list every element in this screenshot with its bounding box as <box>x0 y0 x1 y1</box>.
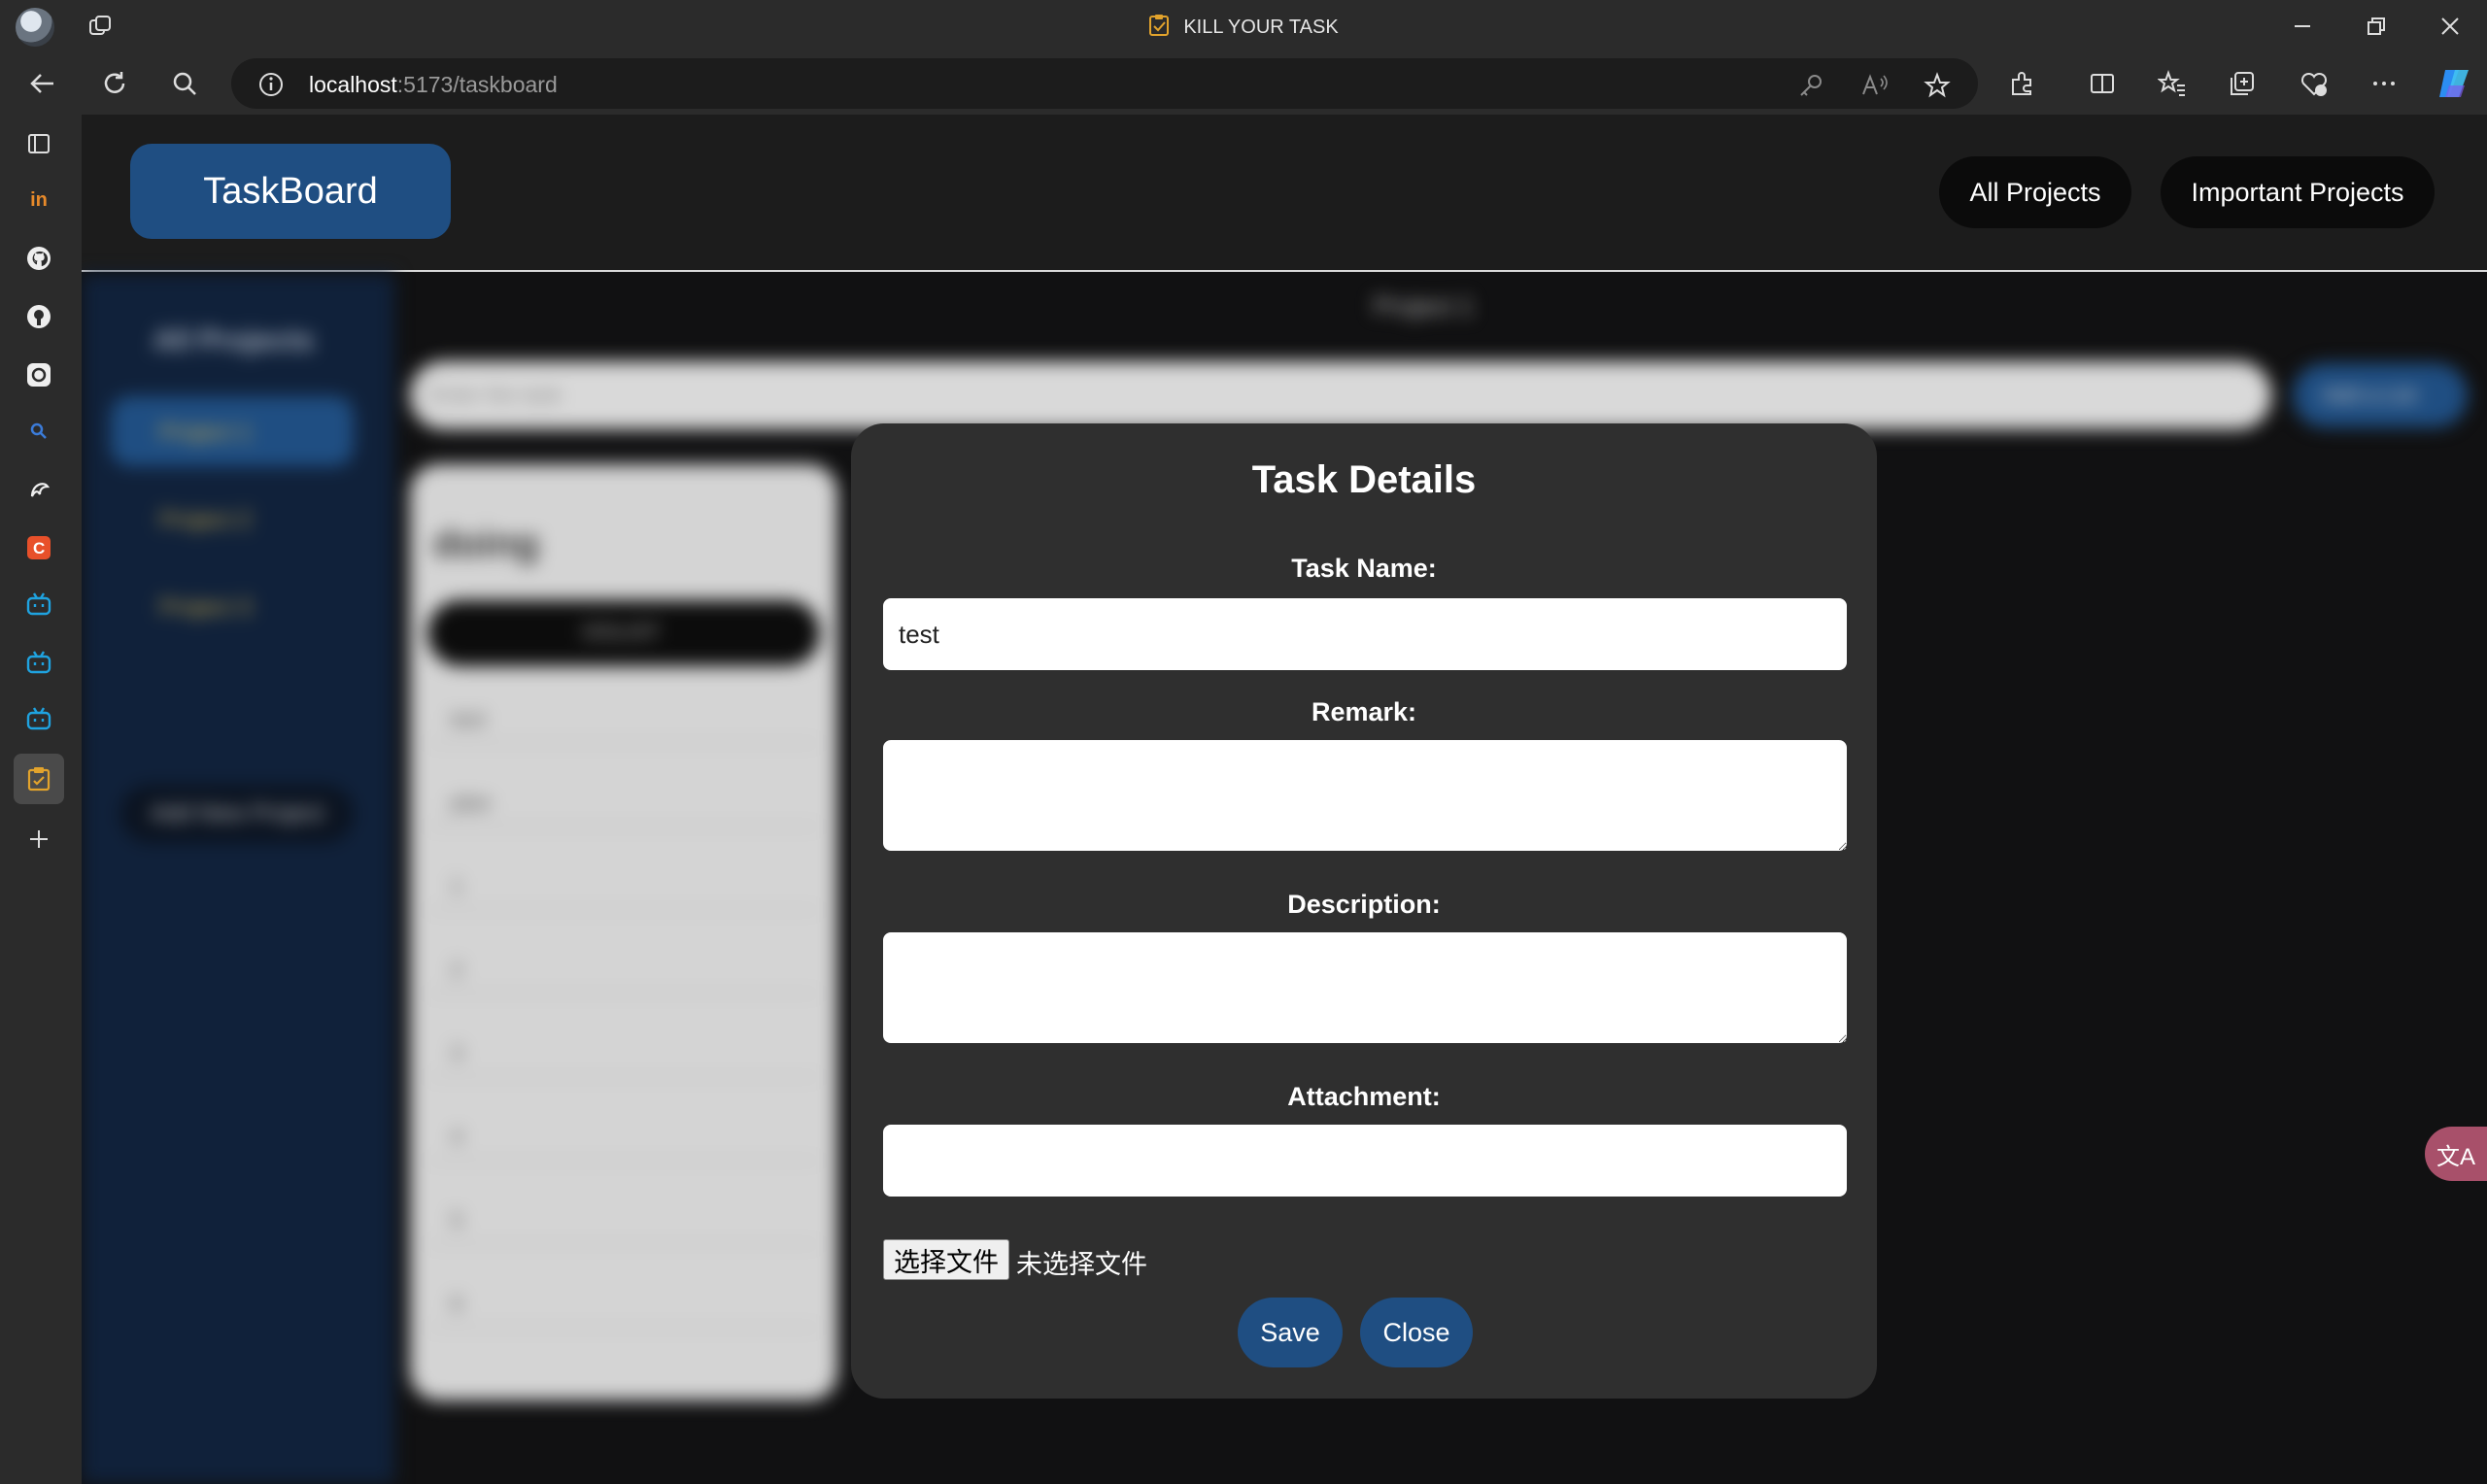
sidebar-title: All Projects <box>153 324 315 356</box>
vertical-tabs-icon[interactable] <box>19 124 58 163</box>
github-desktop-icon[interactable] <box>19 297 58 336</box>
add-list-button[interactable]: Add a List <box>2293 363 2468 427</box>
bilibili-icon[interactable] <box>19 699 58 738</box>
modal-title: Task Details <box>1251 458 1477 501</box>
task-row[interactable]: 5 <box>427 1191 820 1245</box>
restore-icon[interactable] <box>2355 10 2398 43</box>
bird-app-icon[interactable] <box>19 470 58 509</box>
add-tab-plus-icon[interactable] <box>19 820 58 859</box>
browser-sidebar: in C <box>0 115 82 1484</box>
column-action-label: DOLIST <box>583 620 661 644</box>
copilot-icon[interactable] <box>2433 62 2475 105</box>
url-field[interactable]: localhost:5173/taskboard <box>231 58 1978 109</box>
task-row[interactable]: 1 <box>427 857 820 911</box>
add-list-label: Add a List <box>2322 383 2417 407</box>
minimize-icon[interactable] <box>2281 10 2324 43</box>
url-text: localhost:5173/taskboard <box>309 72 558 98</box>
url-host: localhost <box>309 72 397 97</box>
extensions-icon[interactable] <box>2001 62 2044 105</box>
task-row[interactable]: 6 <box>427 1274 820 1329</box>
task-row[interactable]: 2 <box>427 940 820 995</box>
add-project-button[interactable]: Add New Project <box>120 785 354 843</box>
task-row[interactable]: plan <box>427 773 820 827</box>
tab-title-text: KILL YOUR TASK <box>1183 17 1339 38</box>
openai-icon[interactable] <box>19 355 58 394</box>
file-status-text: 未选择文件 <box>1016 1250 1147 1279</box>
github-icon[interactable] <box>19 239 58 278</box>
favorites-list-icon[interactable] <box>2151 62 2194 105</box>
favorite-star-icon[interactable] <box>1922 70 1953 101</box>
nav-important-projects[interactable]: Important Projects <box>2161 156 2435 228</box>
sidebar-project-item[interactable]: Project 2 <box>111 484 354 554</box>
clipboard-check-icon <box>1148 14 1170 43</box>
refresh-icon[interactable] <box>95 64 134 103</box>
column-action-button[interactable]: DOLIST <box>427 600 820 666</box>
task-details-modal: Task Details Task Name: Remark: Descript… <box>851 423 1877 1399</box>
tab-title[interactable]: KILL YOUR TASK <box>0 14 2487 43</box>
app-header: TaskBoard All Projects Important Project… <box>82 115 2487 272</box>
save-button[interactable]: Save <box>1238 1298 1343 1367</box>
site-info-icon[interactable] <box>258 72 284 102</box>
description-label: Description: <box>1287 890 1441 919</box>
attachment-label: Attachment: <box>1287 1082 1441 1111</box>
search-site-icon[interactable] <box>19 412 58 451</box>
board-title: Project 1 <box>1374 291 1474 320</box>
split-screen-icon[interactable] <box>2081 62 2124 105</box>
brand-logo-button[interactable]: TaskBoard <box>130 144 451 239</box>
svg-text:C: C <box>33 539 45 557</box>
search-icon[interactable] <box>165 64 204 103</box>
list-column: doing DOLIST test plan 1 2 3 4 5 6 <box>410 464 837 1400</box>
task-row[interactable]: test <box>427 690 820 744</box>
more-options-icon[interactable] <box>2363 62 2405 105</box>
attachment-input[interactable] <box>883 1125 1847 1197</box>
choose-file-button[interactable]: 选择文件 <box>883 1239 1009 1280</box>
collections-icon[interactable] <box>2221 62 2264 105</box>
address-bar-row: localhost:5173/taskboard <box>0 52 2487 115</box>
translate-icon[interactable]: 文A <box>2425 1127 2487 1181</box>
sidebar-project-item[interactable]: Project 1 <box>111 396 354 466</box>
close-window-icon[interactable] <box>2429 10 2471 43</box>
browser-title-bar: KILL YOUR TASK <box>0 0 2487 52</box>
clipboard-check-icon[interactable] <box>14 754 64 804</box>
new-list-input[interactable]: Enter the task <box>410 361 2271 429</box>
url-path: :5173/taskboard <box>396 72 558 97</box>
back-arrow-icon[interactable] <box>23 64 62 103</box>
task-row[interactable]: 4 <box>427 1107 820 1162</box>
column-title: doing <box>433 523 539 565</box>
task-name-input[interactable] <box>883 598 1847 670</box>
bilibili-icon[interactable] <box>19 643 58 682</box>
remark-textarea[interactable] <box>883 740 1847 851</box>
remark-label: Remark: <box>1311 697 1417 726</box>
browser-essentials-icon[interactable] <box>2293 62 2335 105</box>
read-aloud-icon[interactable] <box>1859 70 1891 101</box>
project-sidebar: All Projects Project 1 Project 2 Project… <box>82 274 394 1484</box>
task-row[interactable]: 3 <box>427 1024 820 1078</box>
bilibili-icon[interactable] <box>19 585 58 624</box>
page-viewport: TaskBoard All Projects Important Project… <box>82 115 2487 1484</box>
sidebar-project-item[interactable]: Project 3 <box>111 571 354 641</box>
nav-all-projects[interactable]: All Projects <box>1939 156 2131 228</box>
task-name-label: Task Name: <box>1291 554 1437 583</box>
tab-site-icon[interactable]: in <box>19 181 58 219</box>
close-button[interactable]: Close <box>1360 1298 1473 1367</box>
new-list-placeholder: Enter the task <box>429 383 562 407</box>
csdn-icon[interactable]: C <box>19 528 58 567</box>
password-key-icon[interactable] <box>1795 70 1826 101</box>
description-textarea[interactable] <box>883 932 1847 1043</box>
